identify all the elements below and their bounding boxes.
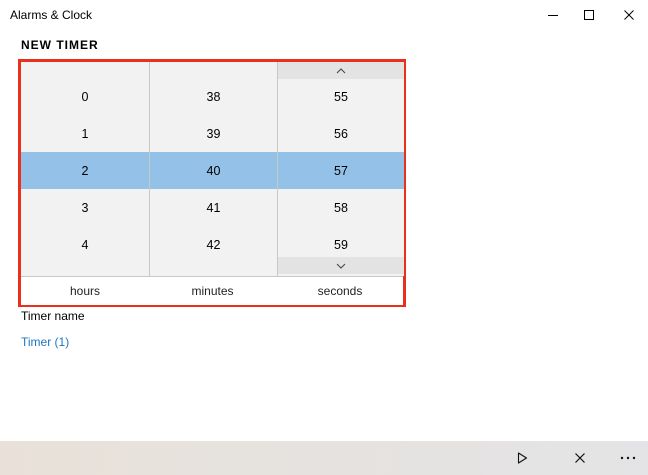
minutes-option[interactable]: 39 bbox=[150, 115, 277, 152]
page-title: NEW TIMER bbox=[21, 38, 99, 52]
minutes-column[interactable]: 38 39 40 41 42 bbox=[149, 62, 277, 276]
minutes-option[interactable]: 38 bbox=[150, 78, 277, 115]
chevron-down-icon bbox=[336, 263, 346, 269]
minutes-option[interactable]: 41 bbox=[150, 189, 277, 226]
minutes-option[interactable]: 42 bbox=[150, 226, 277, 263]
hours-option[interactable]: 0 bbox=[21, 78, 149, 115]
hours-label: hours bbox=[69, 284, 101, 298]
app-title: Alarms & Clock bbox=[10, 8, 93, 22]
close-button[interactable] bbox=[606, 0, 648, 30]
seconds-option[interactable]: 55 bbox=[278, 78, 404, 115]
scroll-down-button[interactable] bbox=[278, 257, 404, 274]
hours-option[interactable]: 3 bbox=[21, 189, 149, 226]
command-bar bbox=[0, 441, 648, 475]
hours-option[interactable]: 4 bbox=[21, 226, 149, 263]
seconds-option[interactable]: 56 bbox=[278, 115, 404, 152]
minimize-icon bbox=[548, 15, 558, 16]
seconds-column[interactable]: 55 56 57 58 59 bbox=[277, 62, 404, 276]
unit-labels: hours minutes seconds bbox=[21, 276, 403, 305]
scroll-up-button[interactable] bbox=[278, 62, 404, 79]
app-window: Alarms & Clock NEW TIMER 0 1 2 3 4 38 39 bbox=[0, 0, 648, 475]
seconds-option[interactable]: 58 bbox=[278, 189, 404, 226]
timer-name-label: Timer name bbox=[21, 309, 85, 323]
close-icon bbox=[575, 453, 585, 463]
play-icon bbox=[517, 452, 528, 464]
hours-column[interactable]: 0 1 2 3 4 bbox=[21, 62, 149, 276]
chevron-up-icon bbox=[336, 67, 346, 73]
more-button[interactable] bbox=[610, 441, 646, 475]
cancel-button[interactable] bbox=[562, 441, 598, 475]
start-button[interactable] bbox=[504, 441, 540, 475]
minutes-option-selected[interactable]: 40 bbox=[150, 152, 277, 189]
maximize-icon bbox=[584, 10, 594, 20]
minutes-label: minutes bbox=[191, 284, 234, 298]
more-icon bbox=[620, 456, 636, 460]
hours-option-selected[interactable]: 2 bbox=[21, 152, 149, 189]
title-bar: Alarms & Clock bbox=[0, 0, 648, 30]
seconds-option-selected[interactable]: 57 bbox=[278, 152, 404, 189]
timer-name-field[interactable]: Timer (1) bbox=[21, 335, 69, 349]
close-icon bbox=[624, 10, 634, 20]
seconds-label: seconds bbox=[317, 284, 363, 298]
time-picker: 0 1 2 3 4 38 39 40 41 42 55 56 57 58 59 … bbox=[18, 59, 406, 307]
hours-option[interactable]: 1 bbox=[21, 115, 149, 152]
